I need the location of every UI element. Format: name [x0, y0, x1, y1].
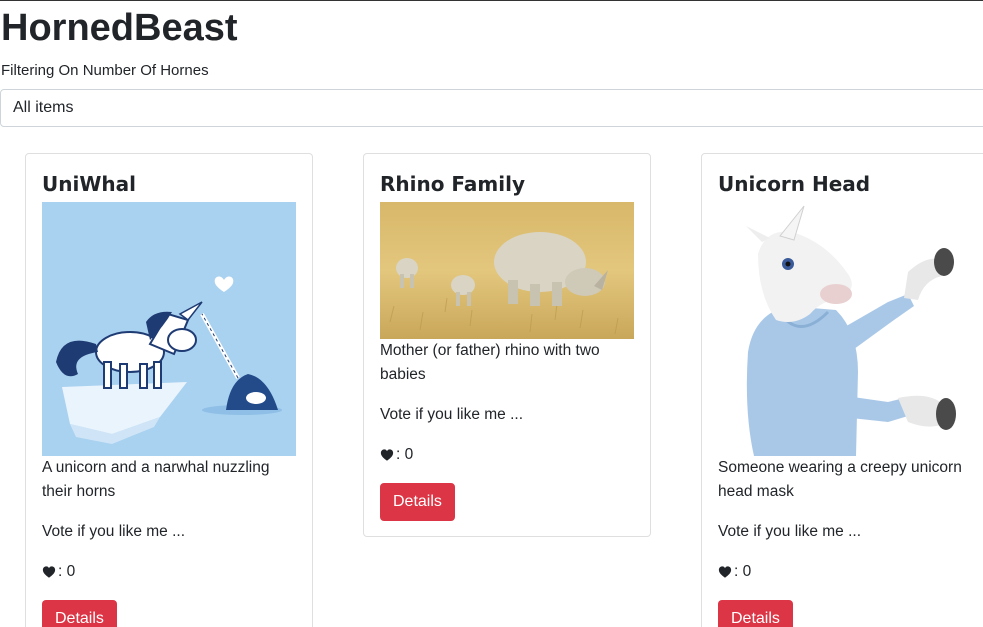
page-title: HornedBeast [1, 7, 238, 49]
page: HornedBeast Filtering On Number Of Horne… [0, 0, 983, 627]
likes-value: : 0 [734, 563, 752, 580]
rhino-family-photo [380, 202, 634, 339]
likes-count: : 0 [718, 560, 972, 584]
details-button[interactable]: Details [718, 600, 793, 627]
heart-icon [380, 449, 394, 461]
details-button[interactable]: Details [380, 483, 455, 521]
card-image[interactable] [718, 202, 972, 456]
card-description: Mother (or father) rhino with two babies [380, 342, 600, 383]
beast-card: UniWhal A unicorn and a narwhal nuzzling… [25, 153, 313, 627]
unicorn-mask-photo [718, 202, 972, 456]
likes-value: : 0 [396, 446, 414, 463]
beast-card: Unicorn Head Someone wearing a creepy un… [701, 153, 983, 627]
heart-icon [42, 566, 56, 578]
likes-count: : 0 [380, 443, 634, 467]
filter-selected-value: All items [13, 99, 74, 116]
vote-prompt: Vote if you like me ... [718, 523, 862, 540]
vote-prompt: Vote if you like me ... [42, 523, 186, 540]
beast-card: Rhino Family Mother (or father) rhino wi… [363, 153, 651, 537]
details-button[interactable]: Details [42, 600, 117, 627]
filter-label: Filtering On Number Of Hornes [1, 62, 209, 79]
heart-icon [718, 566, 732, 578]
vote-prompt: Vote if you like me ... [380, 406, 524, 423]
likes-value: : 0 [58, 563, 76, 580]
likes-count: : 0 [42, 560, 296, 584]
card-description: Someone wearing a creepy unicorn head ma… [718, 459, 962, 500]
card-description: A unicorn and a narwhal nuzzling their h… [42, 459, 270, 500]
card-title: Rhino Family [380, 172, 526, 196]
card-title: Unicorn Head [718, 172, 871, 196]
unicorn-narwhal-illustration [42, 202, 296, 456]
horn-filter-select[interactable]: All items [0, 89, 983, 127]
card-image[interactable] [42, 202, 296, 456]
card-image[interactable] [380, 202, 634, 339]
card-title: UniWhal [42, 172, 136, 196]
